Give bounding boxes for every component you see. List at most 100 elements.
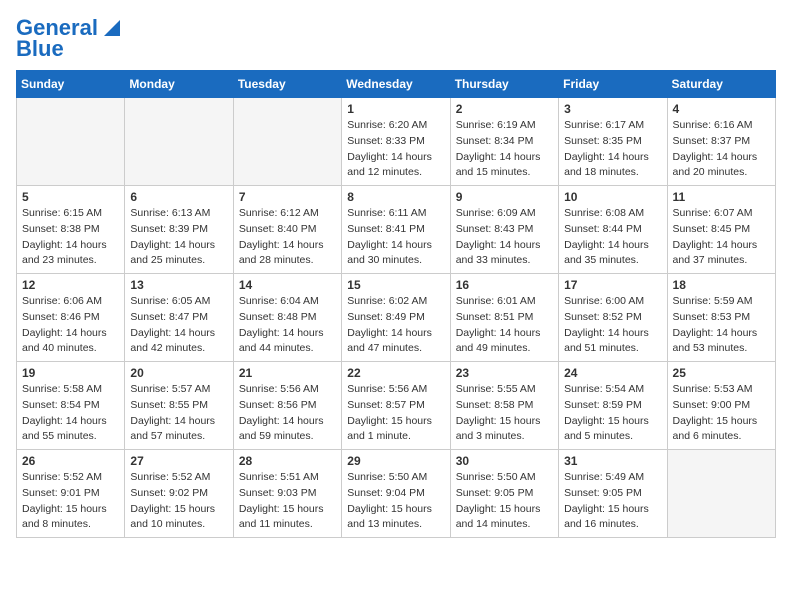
calendar-cell: 12 Sunrise: 6:06 AMSunset: 8:46 PMDayligh… — [17, 274, 125, 362]
day-number: 13 — [130, 278, 227, 292]
day-info: Sunrise: 6:12 AMSunset: 8:40 PMDaylight:… — [239, 206, 336, 269]
day-number: 25 — [673, 366, 770, 380]
day-info: Sunrise: 5:58 AMSunset: 8:54 PMDaylight:… — [22, 382, 119, 445]
calendar-cell: 2Sunrise: 6:19 AMSunset: 8:34 PMDaylight… — [450, 98, 558, 186]
day-info: Sunrise: 5:50 AMSunset: 9:05 PMDaylight:… — [456, 470, 553, 533]
day-info: Sunrise: 5:56 AMSunset: 8:56 PMDaylight:… — [239, 382, 336, 445]
day-info: Sunrise: 5:53 AMSunset: 9:00 PMDaylight:… — [673, 382, 770, 445]
day-number: 9 — [456, 190, 553, 204]
calendar-week-1: 1 Sunrise: 6:20 AMSunset: 8:33 PMDaylight… — [17, 98, 776, 186]
day-info: Sunrise: 6:17 AMSunset: 8:35 PMDaylight:… — [564, 118, 661, 181]
calendar-cell: 28 Sunrise: 5:51 AMSunset: 9:03 PMDayligh… — [233, 450, 341, 538]
day-number: 15 — [347, 278, 444, 292]
day-info: Sunrise: 6:19 AMSunset: 8:34 PMDaylight:… — [456, 118, 553, 181]
calendar-cell — [667, 450, 775, 538]
day-number: 18 — [673, 278, 770, 292]
day-info: Sunrise: 5:57 AMSunset: 8:55 PMDaylight:… — [130, 382, 227, 445]
calendar-cell: 11Sunrise: 6:07 AMSunset: 8:45 PMDayligh… — [667, 186, 775, 274]
day-number: 19 — [22, 366, 119, 380]
calendar-cell: 9 Sunrise: 6:09 AMSunset: 8:43 PMDaylight… — [450, 186, 558, 274]
day-info: Sunrise: 6:20 AMSunset: 8:33 PMDaylight:… — [347, 118, 444, 181]
day-number: 11 — [673, 190, 770, 204]
day-header-thursday: Thursday — [450, 71, 558, 98]
calendar-cell: 6 Sunrise: 6:13 AMSunset: 8:39 PMDaylight… — [125, 186, 233, 274]
calendar-cell: 24 Sunrise: 5:54 AMSunset: 8:59 PMDayligh… — [559, 362, 667, 450]
calendar-cell: 17 Sunrise: 6:00 AMSunset: 8:52 PMDayligh… — [559, 274, 667, 362]
calendar-cell: 10 Sunrise: 6:08 AMSunset: 8:44 PMDayligh… — [559, 186, 667, 274]
page-header: General Blue — [16, 16, 776, 62]
day-number: 26 — [22, 454, 119, 468]
day-number: 21 — [239, 366, 336, 380]
day-number: 28 — [239, 454, 336, 468]
day-number: 23 — [456, 366, 553, 380]
day-info: Sunrise: 5:50 AMSunset: 9:04 PMDaylight:… — [347, 470, 444, 533]
calendar-cell: 29 Sunrise: 5:50 AMSunset: 9:04 PMDayligh… — [342, 450, 450, 538]
calendar-cell: 8 Sunrise: 6:11 AMSunset: 8:41 PMDaylight… — [342, 186, 450, 274]
day-info: Sunrise: 6:01 AMSunset: 8:51 PMDaylight:… — [456, 294, 553, 357]
day-header-monday: Monday — [125, 71, 233, 98]
day-number: 30 — [456, 454, 553, 468]
day-info: Sunrise: 6:09 AMSunset: 8:43 PMDaylight:… — [456, 206, 553, 269]
day-number: 1 — [347, 102, 444, 116]
day-header-wednesday: Wednesday — [342, 71, 450, 98]
day-info: Sunrise: 6:04 AMSunset: 8:48 PMDaylight:… — [239, 294, 336, 357]
calendar-cell: 18Sunrise: 5:59 AMSunset: 8:53 PMDayligh… — [667, 274, 775, 362]
calendar-cell: 20 Sunrise: 5:57 AMSunset: 8:55 PMDayligh… — [125, 362, 233, 450]
calendar-cell: 13 Sunrise: 6:05 AMSunset: 8:47 PMDayligh… — [125, 274, 233, 362]
day-header-sunday: Sunday — [17, 71, 125, 98]
day-number: 16 — [456, 278, 553, 292]
day-number: 27 — [130, 454, 227, 468]
calendar-cell: 26 Sunrise: 5:52 AMSunset: 9:01 PMDayligh… — [17, 450, 125, 538]
day-number: 7 — [239, 190, 336, 204]
day-info: Sunrise: 5:55 AMSunset: 8:58 PMDaylight:… — [456, 382, 553, 445]
day-info: Sunrise: 6:08 AMSunset: 8:44 PMDaylight:… — [564, 206, 661, 269]
day-number: 8 — [347, 190, 444, 204]
day-info: Sunrise: 6:02 AMSunset: 8:49 PMDaylight:… — [347, 294, 444, 357]
day-number: 5 — [22, 190, 119, 204]
day-info: Sunrise: 5:51 AMSunset: 9:03 PMDaylight:… — [239, 470, 336, 533]
calendar-cell: 3 Sunrise: 6:17 AMSunset: 8:35 PMDaylight… — [559, 98, 667, 186]
day-number: 4 — [673, 102, 770, 116]
calendar-cell: 23 Sunrise: 5:55 AMSunset: 8:58 PMDayligh… — [450, 362, 558, 450]
day-number: 17 — [564, 278, 661, 292]
day-header-friday: Friday — [559, 71, 667, 98]
calendar-cell — [233, 98, 341, 186]
day-number: 12 — [22, 278, 119, 292]
day-number: 31 — [564, 454, 661, 468]
calendar-cell: 7 Sunrise: 6:12 AMSunset: 8:40 PMDaylight… — [233, 186, 341, 274]
day-info: Sunrise: 6:00 AMSunset: 8:52 PMDaylight:… — [564, 294, 661, 357]
day-number: 14 — [239, 278, 336, 292]
day-header-saturday: Saturday — [667, 71, 775, 98]
day-header-tuesday: Tuesday — [233, 71, 341, 98]
calendar-week-3: 12 Sunrise: 6:06 AMSunset: 8:46 PMDayligh… — [17, 274, 776, 362]
calendar-cell: 31 Sunrise: 5:49 AMSunset: 9:05 PMDayligh… — [559, 450, 667, 538]
calendar-table: SundayMondayTuesdayWednesdayThursdayFrid… — [16, 70, 776, 538]
day-info: Sunrise: 5:49 AMSunset: 9:05 PMDaylight:… — [564, 470, 661, 533]
day-info: Sunrise: 5:52 AMSunset: 9:01 PMDaylight:… — [22, 470, 119, 533]
day-info: Sunrise: 6:06 AMSunset: 8:46 PMDaylight:… — [22, 294, 119, 357]
day-number: 3 — [564, 102, 661, 116]
day-info: Sunrise: 6:16 AMSunset: 8:37 PMDaylight:… — [673, 118, 770, 181]
calendar-cell: 25 Sunrise: 5:53 AMSunset: 9:00 PMDayligh… — [667, 362, 775, 450]
day-info: Sunrise: 5:56 AMSunset: 8:57 PMDaylight:… — [347, 382, 444, 445]
day-number: 20 — [130, 366, 227, 380]
calendar-cell: 21 Sunrise: 5:56 AMSunset: 8:56 PMDayligh… — [233, 362, 341, 450]
calendar-cell — [125, 98, 233, 186]
day-number: 10 — [564, 190, 661, 204]
day-number: 29 — [347, 454, 444, 468]
day-number: 22 — [347, 366, 444, 380]
calendar-cell: 22 Sunrise: 5:56 AMSunset: 8:57 PMDayligh… — [342, 362, 450, 450]
day-info: Sunrise: 6:05 AMSunset: 8:47 PMDaylight:… — [130, 294, 227, 357]
day-number: 6 — [130, 190, 227, 204]
day-info: Sunrise: 5:54 AMSunset: 8:59 PMDaylight:… — [564, 382, 661, 445]
day-number: 24 — [564, 366, 661, 380]
calendar-cell: 5Sunrise: 6:15 AMSunset: 8:38 PMDaylight… — [17, 186, 125, 274]
calendar-cell: 19 Sunrise: 5:58 AMSunset: 8:54 PMDayligh… — [17, 362, 125, 450]
day-info: Sunrise: 6:11 AMSunset: 8:41 PMDaylight:… — [347, 206, 444, 269]
day-info: Sunrise: 6:13 AMSunset: 8:39 PMDaylight:… — [130, 206, 227, 269]
calendar-cell: 30 Sunrise: 5:50 AMSunset: 9:05 PMDayligh… — [450, 450, 558, 538]
day-info: Sunrise: 5:52 AMSunset: 9:02 PMDaylight:… — [130, 470, 227, 533]
calendar-cell: 4 Sunrise: 6:16 AMSunset: 8:37 PMDaylight… — [667, 98, 775, 186]
calendar-week-2: 5Sunrise: 6:15 AMSunset: 8:38 PMDaylight… — [17, 186, 776, 274]
calendar-cell: 27 Sunrise: 5:52 AMSunset: 9:02 PMDayligh… — [125, 450, 233, 538]
